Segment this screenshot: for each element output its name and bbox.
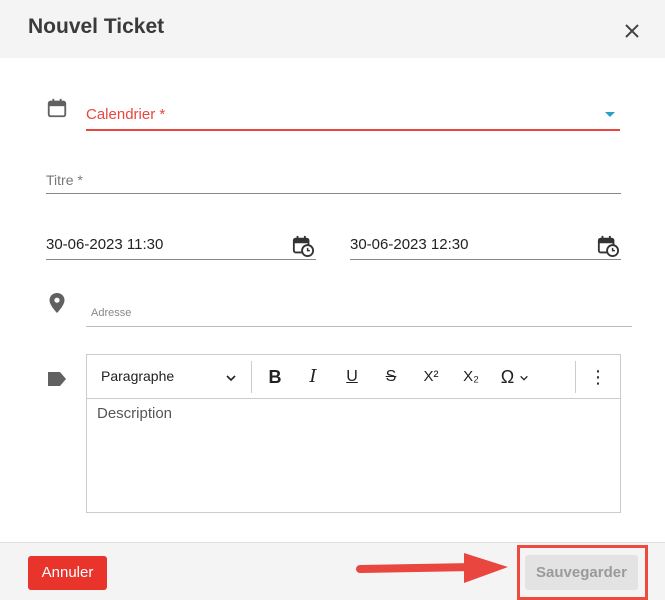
more-options-button[interactable]: ⋮: [587, 366, 609, 388]
cancel-button[interactable]: Annuler: [28, 556, 107, 590]
start-date-field[interactable]: 30-06-2023 11:30: [46, 234, 316, 260]
strikethrough-button[interactable]: S: [381, 366, 401, 388]
dialog-title: Nouvel Ticket: [28, 15, 165, 38]
map-pin-icon: [49, 293, 65, 313]
editor-toolbar: Paragraphe B I U S X² X₂ Ω ⋮: [87, 355, 620, 399]
calendar-clock-icon[interactable]: [597, 235, 619, 257]
bold-button[interactable]: B: [265, 366, 285, 388]
address-input[interactable]: Adresse: [86, 302, 632, 327]
close-icon[interactable]: [620, 19, 644, 43]
description-placeholder: Description: [97, 405, 173, 422]
calendar-icon: [47, 98, 67, 118]
annotation-arrow-icon: [356, 553, 508, 583]
save-button[interactable]: Sauvegarder: [525, 555, 638, 590]
dialog-footer: Annuler Sauvegarder: [0, 542, 665, 600]
toolbar-divider: [575, 361, 576, 393]
dialog-header: Nouvel Ticket: [0, 0, 665, 58]
subscript-button[interactable]: X₂: [458, 366, 484, 388]
underline-button[interactable]: U: [342, 366, 362, 388]
address-placeholder: Adresse: [91, 307, 132, 319]
end-date-value: 30-06-2023 12:30: [350, 236, 469, 253]
calendar-select[interactable]: Calendrier *: [86, 96, 620, 131]
title-label: Titre *: [46, 172, 83, 188]
tag-icon: [48, 372, 66, 386]
chevron-down-icon: [520, 375, 529, 381]
toolbar-divider: [251, 361, 252, 393]
superscript-button[interactable]: X²: [418, 366, 444, 388]
special-characters-button[interactable]: Ω: [495, 366, 535, 388]
omega-icon: Ω: [500, 367, 515, 387]
paragraph-style-select[interactable]: Paragraphe: [101, 368, 174, 384]
italic-button[interactable]: I: [303, 366, 323, 388]
rich-text-editor[interactable]: Paragraphe B I U S X² X₂ Ω ⋮ Description: [86, 354, 621, 513]
start-date-value: 30-06-2023 11:30: [46, 236, 164, 253]
calendar-label: Calendrier *: [86, 106, 166, 123]
chevron-down-icon[interactable]: [225, 372, 237, 384]
dropdown-caret-icon: [605, 112, 615, 117]
title-input[interactable]: Titre *: [46, 168, 621, 194]
end-date-field[interactable]: 30-06-2023 12:30: [350, 234, 621, 260]
calendar-clock-icon[interactable]: [292, 235, 314, 257]
